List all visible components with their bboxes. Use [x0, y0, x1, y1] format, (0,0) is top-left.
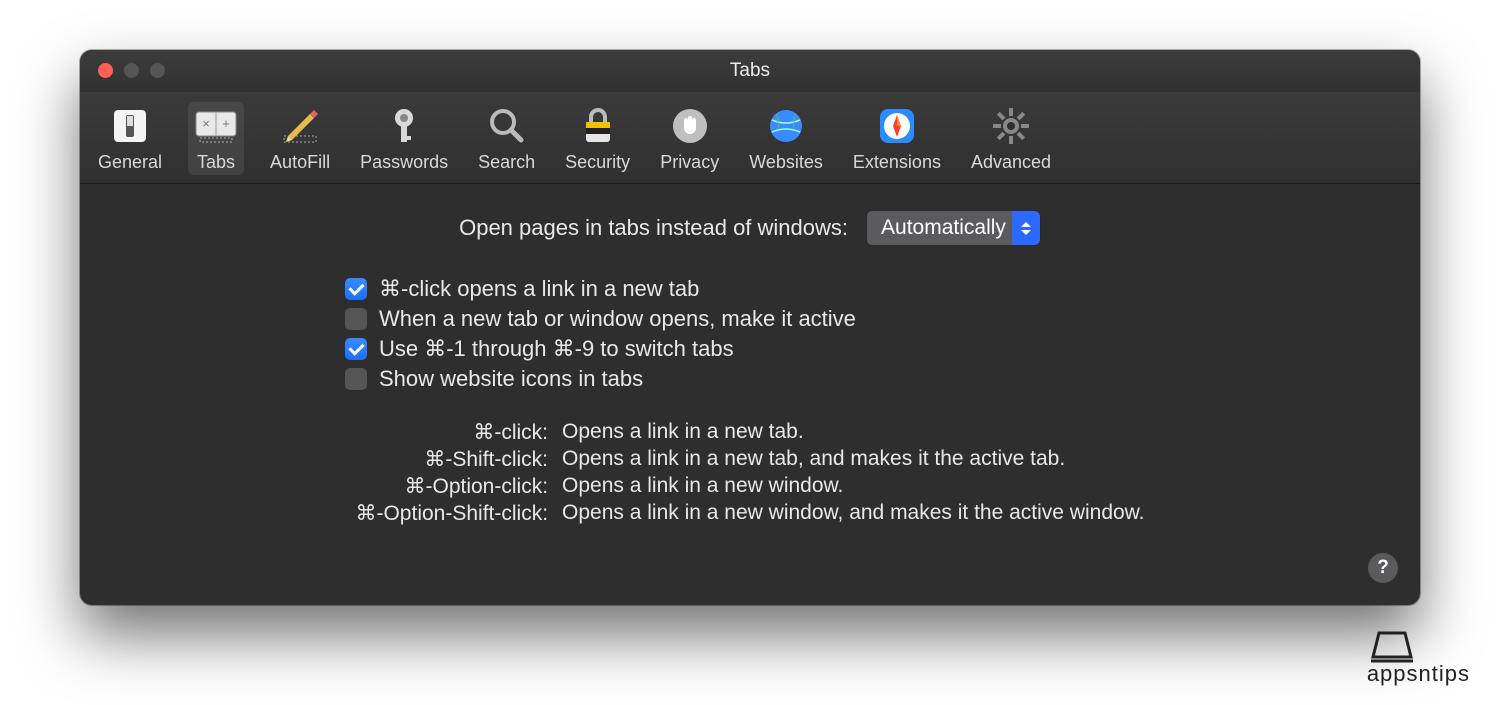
- hint-key: ⌘-Option-click:: [355, 474, 548, 499]
- key-icon: [380, 104, 428, 148]
- checkbox-favicons[interactable]: [345, 368, 367, 390]
- svg-text:+: +: [222, 116, 230, 131]
- hint-key: ⌘-Option-Shift-click:: [355, 501, 548, 526]
- watermark-icon: [1367, 625, 1417, 665]
- tab-advanced[interactable]: Advanced: [967, 102, 1055, 175]
- tab-general[interactable]: General: [94, 102, 166, 175]
- tab-label: Advanced: [971, 152, 1051, 173]
- tab-label: Extensions: [853, 152, 941, 173]
- checkbox-label: ⌘-click opens a link in a new tab: [379, 276, 699, 302]
- tab-passwords[interactable]: Passwords: [356, 102, 452, 175]
- tab-label: General: [98, 152, 162, 173]
- select-value: Automatically: [881, 216, 1006, 240]
- tab-privacy[interactable]: Privacy: [656, 102, 723, 175]
- chevrons-icon: [1012, 211, 1040, 245]
- switch-icon: [106, 104, 154, 148]
- watermark-text: appsntips: [1367, 661, 1470, 687]
- safari-icon: [873, 104, 921, 148]
- tab-search[interactable]: Search: [474, 102, 539, 175]
- hint-desc: Opens a link in a new window, and makes …: [562, 501, 1144, 526]
- tab-autofill[interactable]: AutoFill: [266, 102, 334, 175]
- tabs-icon: ×+: [192, 104, 240, 148]
- checkbox-label: Use ⌘-1 through ⌘-9 to switch tabs: [379, 336, 734, 362]
- svg-text:×: ×: [202, 116, 210, 131]
- hint-key: ⌘-click:: [355, 420, 548, 445]
- preferences-window: Tabs General ×+ Tabs Au: [80, 50, 1420, 605]
- hint-desc: Opens a link in a new tab.: [562, 420, 1144, 445]
- tab-label: AutoFill: [270, 152, 330, 173]
- globe-icon: [762, 104, 810, 148]
- tab-label: Websites: [749, 152, 823, 173]
- checkbox-make-active[interactable]: [345, 308, 367, 330]
- preferences-toolbar: General ×+ Tabs AutoFill Pa: [80, 92, 1420, 184]
- window-title: Tabs: [80, 60, 1420, 82]
- open-pages-select[interactable]: Automatically: [866, 210, 1041, 246]
- help-button[interactable]: ?: [1368, 553, 1398, 583]
- tab-tabs[interactable]: ×+ Tabs: [188, 102, 244, 175]
- tab-label: Security: [565, 152, 630, 173]
- tab-label: Passwords: [360, 152, 448, 173]
- gear-icon: [987, 104, 1035, 148]
- tab-websites[interactable]: Websites: [745, 102, 827, 175]
- lock-icon: [574, 104, 622, 148]
- shortcut-hints: ⌘-click: Opens a link in a new tab. ⌘-Sh…: [120, 420, 1380, 526]
- watermark: appsntips: [1367, 625, 1470, 687]
- checkbox-group: ⌘-click opens a link in a new tab When a…: [255, 276, 1245, 392]
- hint-desc: Opens a link in a new window.: [562, 474, 1144, 499]
- preferences-body: Open pages in tabs instead of windows: A…: [80, 184, 1420, 556]
- tab-extensions[interactable]: Extensions: [849, 102, 945, 175]
- tab-label: Privacy: [660, 152, 719, 173]
- titlebar[interactable]: Tabs: [80, 50, 1420, 92]
- checkbox-label: When a new tab or window opens, make it …: [379, 306, 856, 332]
- checkbox-label: Show website icons in tabs: [379, 366, 643, 392]
- pencil-icon: [276, 104, 324, 148]
- hand-icon: [666, 104, 714, 148]
- tab-security[interactable]: Security: [561, 102, 634, 175]
- hint-desc: Opens a link in a new tab, and makes it …: [562, 447, 1144, 472]
- tab-label: Search: [478, 152, 535, 173]
- checkbox-cmd-click[interactable]: [345, 278, 367, 300]
- hint-key: ⌘-Shift-click:: [355, 447, 548, 472]
- tab-label: Tabs: [197, 152, 235, 173]
- checkbox-cmd-number[interactable]: [345, 338, 367, 360]
- magnifier-icon: [483, 104, 531, 148]
- open-pages-label: Open pages in tabs instead of windows:: [459, 215, 848, 241]
